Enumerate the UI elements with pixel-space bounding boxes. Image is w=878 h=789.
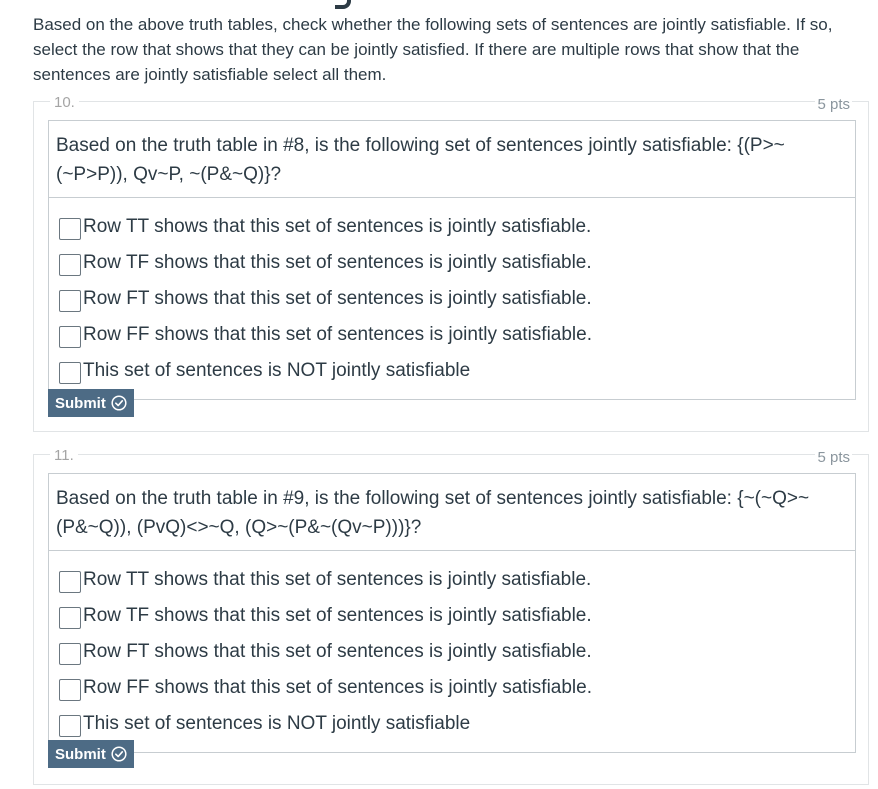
answer-checkbox[interactable] <box>59 607 81 629</box>
answer-option-tf[interactable]: Row TF shows that this set of sentences … <box>59 598 855 634</box>
answer-label: Row TT shows that this set of sentences … <box>83 216 592 237</box>
answer-label: Row TF shows that this set of sentences … <box>83 605 592 626</box>
answer-option-tt[interactable]: Row TT shows that this set of sentences … <box>59 209 855 245</box>
question-points: 5 pts <box>815 449 852 466</box>
answer-checkbox[interactable] <box>59 362 81 384</box>
question-text: Based on the truth table in #8, is the f… <box>49 121 855 198</box>
answer-checkbox[interactable] <box>59 218 81 240</box>
question-body: Based on the truth table in #9, is the f… <box>48 473 856 753</box>
answer-label: This set of sentences is NOT jointly sat… <box>83 713 471 734</box>
answer-checkbox[interactable] <box>59 571 81 593</box>
answer-option-not-satisfiable[interactable]: This set of sentences is NOT jointly sat… <box>59 706 855 742</box>
check-circle-icon <box>111 746 127 762</box>
quiz-page: Based on the above truth tables, check w… <box>0 0 878 789</box>
check-circle-icon <box>111 395 127 411</box>
submit-button[interactable]: Submit <box>48 389 134 417</box>
question-number: 11. <box>50 447 78 464</box>
submit-label: Submit <box>55 394 106 412</box>
answer-checkbox[interactable] <box>59 290 81 312</box>
answer-label: Row TT shows that this set of sentences … <box>83 569 592 590</box>
answer-option-tf[interactable]: Row TF shows that this set of sentences … <box>59 245 855 281</box>
answer-option-ft[interactable]: Row FT shows that this set of sentences … <box>59 281 855 317</box>
instructions-text: Based on the above truth tables, check w… <box>33 15 833 84</box>
answer-option-ff[interactable]: Row FF shows that this set of sentences … <box>59 670 855 706</box>
answer-checkbox[interactable] <box>59 679 81 701</box>
question-text: Based on the truth table in #9, is the f… <box>49 474 855 551</box>
submit-label: Submit <box>55 745 106 763</box>
submit-button[interactable]: Submit <box>48 740 134 768</box>
question-number: 10. <box>50 94 79 111</box>
answer-option-ft[interactable]: Row FT shows that this set of sentences … <box>59 634 855 670</box>
answer-label: Row FT shows that this set of sentences … <box>83 288 592 309</box>
answer-checkbox[interactable] <box>59 643 81 665</box>
answer-checkbox[interactable] <box>59 715 81 737</box>
answer-label: Row FF shows that this set of sentences … <box>83 324 592 345</box>
question-body: Based on the truth table in #8, is the f… <box>48 120 856 400</box>
answer-option-ff[interactable]: Row FF shows that this set of sentences … <box>59 317 855 353</box>
heading-fragment <box>335 0 351 9</box>
question-points: 5 pts <box>815 96 852 113</box>
answer-list: Row TT shows that this set of sentences … <box>49 198 855 399</box>
answer-label: Row TF shows that this set of sentences … <box>83 252 592 273</box>
answer-label: Row FT shows that this set of sentences … <box>83 641 592 662</box>
question-10: 10. 5 pts Based on the truth table in #8… <box>33 94 869 432</box>
answer-list: Row TT shows that this set of sentences … <box>49 551 855 752</box>
question-11: 11. 5 pts Based on the truth table in #9… <box>33 447 869 785</box>
answer-label: Row FF shows that this set of sentences … <box>83 677 592 698</box>
answer-option-tt[interactable]: Row TT shows that this set of sentences … <box>59 562 855 598</box>
answer-checkbox[interactable] <box>59 254 81 276</box>
answer-checkbox[interactable] <box>59 326 81 348</box>
answer-option-not-satisfiable[interactable]: This set of sentences is NOT jointly sat… <box>59 353 855 389</box>
answer-label: This set of sentences is NOT jointly sat… <box>83 360 471 381</box>
